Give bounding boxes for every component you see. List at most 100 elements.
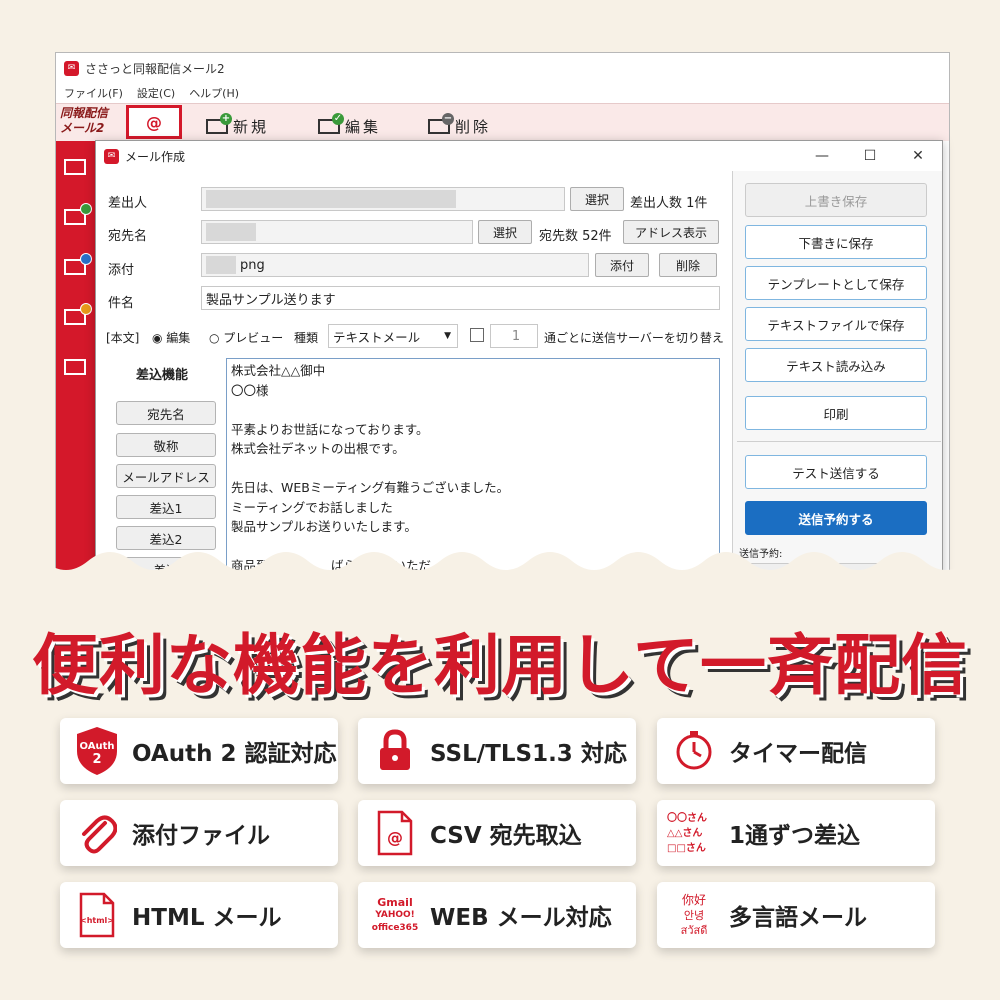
subject-label: 件名 bbox=[108, 296, 135, 311]
attach-label: 添付 bbox=[108, 263, 135, 278]
recipient-field[interactable] bbox=[201, 220, 473, 244]
feature-card-timer: タイマー配信 bbox=[657, 718, 935, 784]
merge-name-3: □□さん bbox=[667, 842, 706, 854]
compose-app-icon: ✉ bbox=[104, 148, 119, 164]
type-select[interactable]: テキストメール ▼ bbox=[328, 324, 458, 348]
feature-card-ssl: SSL/TLS1.3 対応 bbox=[358, 718, 636, 784]
attach-button[interactable]: 添付 bbox=[595, 253, 649, 277]
subject-field[interactable]: 製品サンプル送ります bbox=[201, 286, 720, 310]
maximize-button[interactable]: ☐ bbox=[846, 141, 894, 171]
new-button-label: 新規 bbox=[233, 117, 270, 136]
merge-recipient-button[interactable]: 宛先名 bbox=[116, 401, 216, 425]
new-button[interactable]: + 新規 bbox=[206, 112, 270, 138]
minimize-button[interactable]: — bbox=[798, 141, 846, 171]
switch-server-text: 通ごとに送信サーバーを切り替え bbox=[544, 331, 724, 345]
recipient-select-button[interactable]: 選択 bbox=[478, 220, 532, 244]
attach-delete-button[interactable]: 削除 bbox=[659, 253, 717, 277]
brand-line-2: メール2 bbox=[60, 121, 105, 135]
delete-mail-icon: − bbox=[428, 112, 454, 134]
attach-field[interactable]: png bbox=[201, 253, 589, 277]
sidebar-template-icon[interactable] bbox=[64, 359, 86, 375]
compose-title: メール作成 bbox=[125, 149, 186, 164]
close-button[interactable]: ✕ bbox=[894, 141, 942, 171]
oauth-icon-text: OAuth bbox=[80, 741, 115, 752]
switch-server-checkbox[interactable] bbox=[470, 328, 484, 342]
address-show-button[interactable]: アドレス表示 bbox=[623, 220, 719, 244]
merge-title: 差込機能 bbox=[136, 368, 189, 383]
save-text-button[interactable]: テキストファイルで保存 bbox=[745, 307, 927, 341]
office365-logo: office365 bbox=[371, 922, 419, 933]
type-label: 種類 bbox=[294, 331, 319, 345]
test-send-button[interactable]: テスト送信する bbox=[745, 455, 927, 489]
merge-address-button[interactable]: メールアドレス bbox=[116, 464, 216, 488]
main-menubar: ファイル(F) 設定(C) ヘルプ(H) bbox=[56, 83, 949, 103]
csv-document-icon: @ bbox=[368, 806, 422, 860]
feature-card-attachment: 添付ファイル bbox=[60, 800, 338, 866]
clock-icon bbox=[667, 724, 721, 778]
yahoo-logo: YAHOO! bbox=[375, 909, 415, 920]
new-mail-icon: + bbox=[206, 112, 232, 134]
sidebar-sent-icon[interactable] bbox=[64, 203, 92, 225]
subject-value: 製品サンプル送ります bbox=[206, 292, 336, 308]
mode-preview-radio[interactable]: ○ プレビュー bbox=[209, 329, 283, 346]
save-draft-button[interactable]: 下書きに保存 bbox=[745, 225, 927, 259]
count-input[interactable]: 1 bbox=[490, 324, 538, 348]
feature-label: OAuth 2 認証対応 bbox=[132, 741, 337, 767]
merge-list-icon: 〇〇さん △△さん □□さん bbox=[667, 806, 721, 860]
body-line: 平素よりお世話になっております。 bbox=[231, 421, 429, 437]
schedule-send-button[interactable]: 送信予約する bbox=[745, 501, 927, 535]
feature-card-oauth: OAuth 2 OAuth 2 認証対応 bbox=[60, 718, 338, 784]
feature-card-merge: 〇〇さん △△さん □□さん 1通ずつ差込 bbox=[657, 800, 935, 866]
merge-name-2: △△さん bbox=[667, 827, 703, 839]
attach-blurred-name bbox=[206, 256, 236, 274]
webmail-logos-icon: Gmail YAHOO! office365 bbox=[368, 888, 422, 942]
edit-button[interactable]: ✓ 編集 bbox=[318, 112, 381, 138]
html-tag-text: <html> bbox=[80, 916, 114, 925]
menu-settings[interactable]: 設定(C) bbox=[137, 85, 175, 101]
gmail-logo: Gmail bbox=[377, 895, 413, 909]
feature-label: SSL/TLS1.3 対応 bbox=[430, 741, 627, 767]
feature-card-csv: @ CSV 宛先取込 bbox=[358, 800, 636, 866]
menu-file[interactable]: ファイル(F) bbox=[64, 85, 123, 101]
print-button[interactable]: 印刷 bbox=[745, 396, 927, 430]
type-select-value: テキストメール bbox=[333, 329, 421, 345]
sidebar-scheduled-icon[interactable] bbox=[64, 253, 92, 275]
edit-mail-icon: ✓ bbox=[318, 112, 344, 134]
delete-button-label: 削除 bbox=[455, 117, 492, 136]
sender-field[interactable] bbox=[201, 187, 565, 211]
delete-button[interactable]: − 削除 bbox=[428, 112, 492, 138]
recipient-label: 宛先名 bbox=[108, 229, 148, 244]
brand-at-symbol: @ bbox=[146, 112, 162, 132]
merge-1-button[interactable]: 差込1 bbox=[116, 495, 216, 519]
headline: 便利な機能を利用して一斉配信 bbox=[31, 627, 969, 704]
recipient-count: 宛先数 52件 bbox=[539, 229, 612, 244]
feature-label: 1通ずつ差込 bbox=[729, 823, 861, 849]
mode-edit-radio[interactable]: ◉ 編集 bbox=[152, 329, 190, 346]
sender-select-button[interactable]: 選択 bbox=[570, 187, 624, 211]
main-toolbar: 同報配信 メール2 @ + 新規 ✓ 編集 − 削除 bbox=[56, 103, 949, 141]
brand-mail-icon: @ bbox=[126, 105, 182, 139]
sidebar-draft-icon[interactable] bbox=[64, 303, 92, 325]
feature-label: 添付ファイル bbox=[132, 823, 270, 849]
app-logo-icon: ✉ bbox=[64, 60, 79, 76]
save-template-button[interactable]: テンプレートとして保存 bbox=[745, 266, 927, 300]
multilingual-icon: 你好 안녕 สวัสดี bbox=[667, 888, 721, 942]
thai-greeting: สวัสดี bbox=[680, 923, 708, 937]
overwrite-save-button[interactable]: 上書き保存 bbox=[745, 183, 927, 217]
csv-at-symbol: @ bbox=[387, 828, 403, 847]
oauth-shield-icon: OAuth 2 bbox=[70, 724, 124, 778]
body-line bbox=[231, 400, 715, 420]
merge-honorific-button[interactable]: 敬称 bbox=[116, 433, 216, 457]
body-line: 株式会社デネットの出根です。 bbox=[231, 441, 405, 456]
feature-label: WEB メール対応 bbox=[430, 905, 612, 931]
sidebar-inbox-icon[interactable] bbox=[64, 159, 86, 175]
body-mode-label: [本文] bbox=[106, 331, 140, 345]
sender-count: 差出人数 1件 bbox=[630, 196, 708, 211]
load-text-button[interactable]: テキスト読み込み bbox=[745, 348, 927, 382]
feature-card-html: <html> HTML メール bbox=[60, 882, 338, 948]
chinese-greeting: 你好 bbox=[681, 892, 706, 907]
body-line: 先日は、WEBミーティング有難うございました。 bbox=[231, 480, 510, 495]
window-controls: — ☐ ✕ bbox=[798, 141, 942, 171]
feature-label: HTML メール bbox=[132, 905, 282, 931]
menu-help[interactable]: ヘルプ(H) bbox=[189, 85, 239, 101]
